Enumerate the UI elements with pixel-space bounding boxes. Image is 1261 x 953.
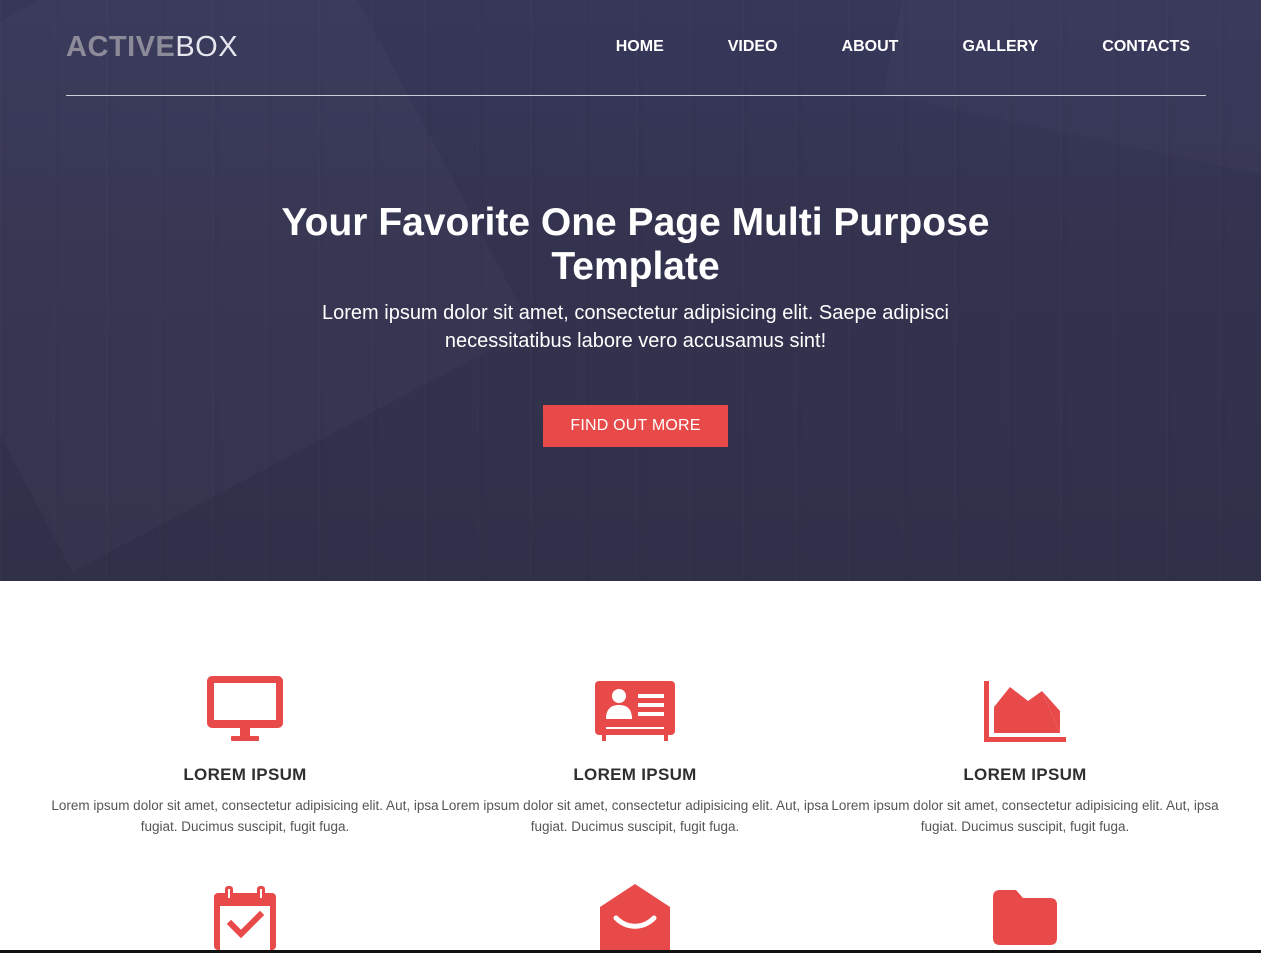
logo-light-part: BOX xyxy=(175,31,239,63)
feature-text: Lorem ipsum dolor sit amet, consectetur … xyxy=(831,798,1219,834)
nav-item-contacts[interactable]: CONTACTS xyxy=(1102,38,1190,56)
nav-item-gallery[interactable]: GALLERY xyxy=(962,38,1038,56)
calendar-check-icon xyxy=(214,886,276,950)
envelope-open-icon xyxy=(600,884,670,953)
hero-subtitle: Lorem ipsum dolor sit amet, consectetur … xyxy=(322,302,949,352)
feature-title: LOREM IPSUM xyxy=(183,765,307,784)
feature-text: Lorem ipsum dolor sit amet, consectetur … xyxy=(441,798,829,834)
area-chart-icon xyxy=(984,681,1066,742)
main-nav: HOME VIDEO ABOUT GALLERY CONTACTS xyxy=(616,38,1190,56)
feature-text: Lorem ipsum dolor sit amet, consectetur … xyxy=(51,798,439,834)
hero-section: ACTIVEBOX HOME VIDEO ABOUT GALLERY CONTA… xyxy=(0,0,1261,581)
nav-item-video[interactable]: VIDEO xyxy=(728,38,778,56)
find-out-more-button[interactable]: FIND OUT MORE xyxy=(543,405,728,447)
logo-bold-part: ACTIVE xyxy=(66,31,176,63)
header-divider xyxy=(66,95,1206,96)
features-section: LOREM IPSUM Lorem ipsum dolor sit amet, … xyxy=(0,581,1261,953)
monitor-icon xyxy=(207,676,283,741)
feature-title: LOREM IPSUM xyxy=(963,765,1087,784)
id-card-icon xyxy=(595,681,675,741)
feature-title: LOREM IPSUM xyxy=(573,765,697,784)
folder-icon xyxy=(993,890,1057,945)
nav-item-home[interactable]: HOME xyxy=(616,38,664,56)
nav-item-about[interactable]: ABOUT xyxy=(842,38,899,56)
logo[interactable]: ACTIVEBOX xyxy=(66,30,238,64)
hero-title: Your Favorite One Page Multi Purpose Tem… xyxy=(281,201,990,288)
